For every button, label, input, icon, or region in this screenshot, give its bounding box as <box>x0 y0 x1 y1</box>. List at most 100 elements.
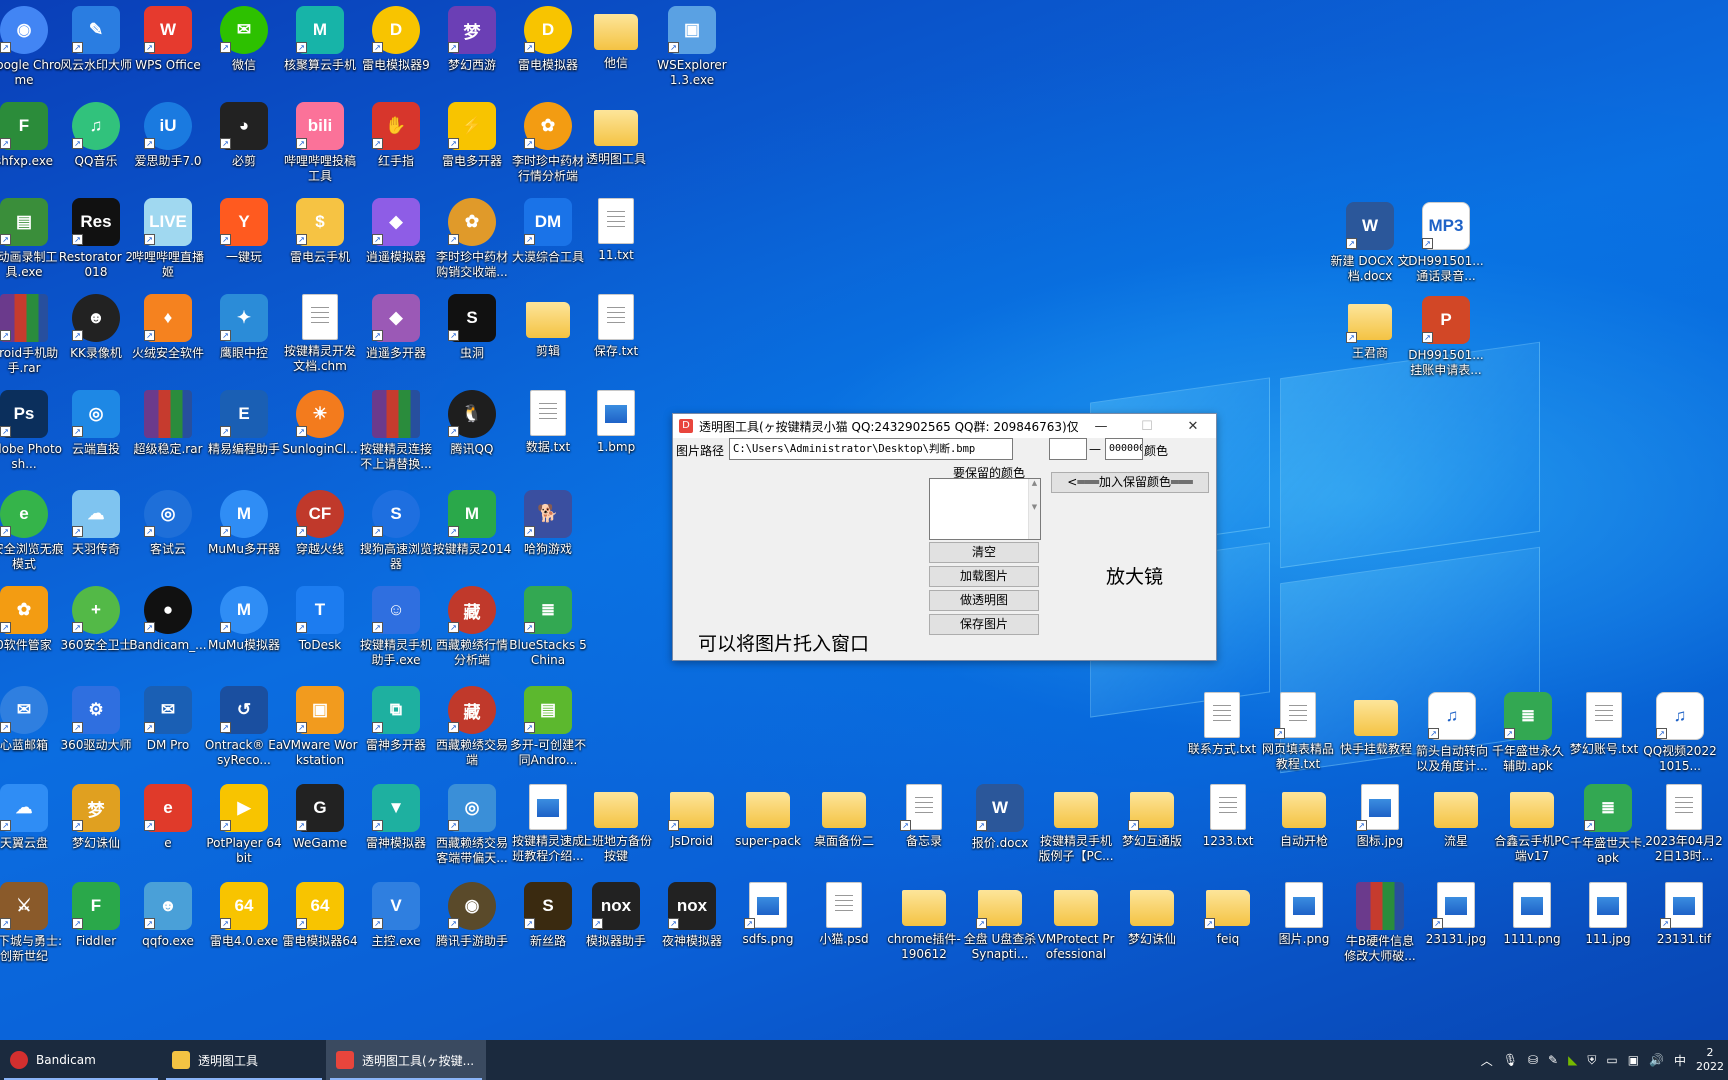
desktop-icon[interactable]: ✦ ↗ 鹰眼中控 <box>206 292 282 388</box>
desktop-icon[interactable]: ♫ ↗ QQ音乐 <box>58 100 134 196</box>
desktop-icon[interactable]: 按键精灵连接不上请替换... <box>358 388 434 484</box>
path-input[interactable]: C:\Users\Administrator\Desktop\判断.bmp <box>729 438 1013 460</box>
desktop-icon[interactable]: D ↗ 雷电模拟器 <box>510 4 586 100</box>
save-image-button[interactable]: 保存图片 <box>929 614 1039 635</box>
desktop-icon[interactable]: ☁ ↗ 天翼云盘 <box>0 782 62 878</box>
desktop-icon[interactable]: 藏 ↗ 西藏赖绣行情分析端 <box>434 584 510 680</box>
desktop-icon[interactable]: ◎ ↗ 客试云 <box>130 488 206 584</box>
desktop-icon[interactable]: 1.bmp <box>578 388 654 484</box>
desktop-icon[interactable]: ↗ 备忘录 <box>886 782 962 878</box>
desktop-icon[interactable]: W ↗ 报价.docx <box>962 782 1038 878</box>
desktop-icon[interactable]: ↗ 23131.jpg <box>1418 880 1494 976</box>
desktop-icon[interactable]: super-pack <box>730 782 806 878</box>
desktop-icon[interactable]: 牛B硬件信息修改大师破... <box>1342 880 1418 976</box>
load-image-button[interactable]: 加载图片 <box>929 566 1039 587</box>
desktop-icon[interactable]: ↗ 图标.jpg <box>1342 782 1418 878</box>
desktop-icon[interactable]: T ↗ ToDesk <box>282 584 358 680</box>
desktop-icon[interactable]: W ↗ WPS Office <box>130 4 206 100</box>
desktop-icon[interactable]: ♦ ↗ 火绒安全软件 <box>130 292 206 388</box>
desktop-icon[interactable]: ↗ 王君商 <box>1332 294 1408 390</box>
keep-color-list[interactable]: ▲ ▼ <box>929 478 1041 540</box>
desktop-icon[interactable]: ↗ 23131.tif <box>1646 880 1722 976</box>
desktop-icon[interactable]: D ↗ 雷电模拟器9 <box>358 4 434 100</box>
desktop-icon[interactable]: ✿ ↗ 李时珍中药材购销交收端... <box>434 196 510 292</box>
desktop-icon[interactable]: ◕ ↗ 必剪 <box>206 100 282 196</box>
desktop-icon[interactable]: 剪辑 <box>510 292 586 388</box>
desktop-icon[interactable]: 上班地方备份按键 <box>578 782 654 878</box>
desktop-icon[interactable]: 🐧 ↗ 腾讯QQ <box>434 388 510 484</box>
desktop-icon[interactable]: 1233.txt <box>1190 782 1266 878</box>
desktop-icon[interactable]: ⧉ ↗ 雷神多开器 <box>358 684 434 780</box>
desktop-icon[interactable]: ☻ ↗ qqfo.exe <box>130 880 206 976</box>
desktop-icon[interactable]: ✉ ↗ DM Pro <box>130 684 206 780</box>
desktop-icon[interactable]: DM ↗ 大漠综合工具 <box>510 196 586 292</box>
desktop-icon[interactable]: E ↗ 精易编程助手 <box>206 388 282 484</box>
desktop-icon[interactable]: ✎ ↗ 风云水印大师 <box>58 4 134 100</box>
nvidia-icon[interactable]: ◣ <box>1568 1053 1577 1067</box>
desktop-icon[interactable]: F ↗ shfxp.exe <box>0 100 62 196</box>
desktop-icon[interactable]: M ↗ 核聚算云手机 <box>282 4 358 100</box>
desktop-icon[interactable]: Y ↗ 一键玩 <box>206 196 282 292</box>
transparent-image-tool-window[interactable]: D 透明图工具(ヶ按键精灵小猫 QQ:2432902565 QQ群: 20984… <box>672 413 1217 661</box>
desktop-icon[interactable]: ↗ sdfs.png <box>730 880 806 976</box>
desktop-icon[interactable]: M ↗ 按键精灵2014 <box>433 488 511 584</box>
title-bar[interactable]: D 透明图工具(ヶ按键精灵小猫 QQ:2432902565 QQ群: 20984… <box>673 414 1216 438</box>
desktop-icon[interactable]: F ↗ Fiddler <box>58 880 134 976</box>
taskbar-item-tool[interactable]: 透明图工具(ヶ按键... <box>326 1040 486 1080</box>
desktop-icon[interactable]: 图片.png <box>1266 880 1342 976</box>
desktop-icon[interactable]: ▤ ↗ 多开-可创建不同Andro... <box>510 684 586 780</box>
desktop-icon[interactable]: ◉ ↗ Google Chrome <box>0 4 62 100</box>
battery-icon[interactable]: ▭ <box>1606 1053 1617 1067</box>
security-icon[interactable]: ⛨ <box>1587 1053 1596 1068</box>
desktop-icon[interactable]: nox ↗ 模拟器助手 <box>578 880 654 976</box>
desktop-icon[interactable]: chrome插件-190612 <box>886 880 962 976</box>
desktop-icon[interactable]: ▶ ↗ PotPlayer 64 bit <box>206 782 282 878</box>
desktop-icon[interactable]: e ↗ e <box>130 782 206 878</box>
desktop-icon[interactable]: $ ↗ 雷电云手机 <box>282 196 358 292</box>
desktop-icon[interactable]: ▼ ↗ 雷神模拟器 <box>358 782 434 878</box>
desktop-icon[interactable]: ☻ ↗ KK录像机 <box>58 292 134 388</box>
desktop-icon[interactable]: ⚔ ↗ 飞下城与勇士:创新世纪 <box>0 880 62 976</box>
desktop-icon[interactable]: 保存.txt <box>578 292 654 388</box>
desktop-icon[interactable]: + ↗ 360安全卫士 <box>58 584 134 680</box>
desktop-icon[interactable]: 流星 <box>1418 782 1494 878</box>
desktop-icon[interactable]: 梦幻账号.txt <box>1566 690 1642 786</box>
desktop-icon[interactable]: ⚡ ↗ 雷电多开器 <box>434 100 510 196</box>
desktop-icon[interactable]: ▣ ↗ WSExplorer 1.3.exe <box>654 4 730 100</box>
desktop-icon[interactable]: ↗ 全盘 U盘查杀Synapti... <box>962 880 1038 976</box>
desktop-icon[interactable]: 按键精灵手机版例子【PC... <box>1038 782 1114 878</box>
desktop-icon[interactable]: ◆ ↗ 逍遥多开器 <box>358 292 434 388</box>
network-share-icon[interactable]: ⛁ <box>1528 1053 1538 1067</box>
desktop-icon[interactable]: 合鑫云手机PC端v17 <box>1494 782 1570 878</box>
desktop-icon[interactable]: 梦幻诛仙 <box>1114 880 1190 976</box>
desktop-icon[interactable]: ☁ ↗ 天羽传奇 <box>58 488 134 584</box>
desktop-icon[interactable]: LIVE ↗ 哔哩哔哩直播姬 <box>130 196 206 292</box>
close-button[interactable]: ✕ <box>1170 414 1216 438</box>
desktop-icon[interactable]: V ↗ 主控.exe <box>358 880 434 976</box>
desktop-icon[interactable]: ✋ ↗ 红手指 <box>358 100 434 196</box>
desktop-icon[interactable]: P ↗ DH991501...挂账申请表... <box>1408 294 1484 390</box>
desktop-icon[interactable]: 64 ↗ 雷电4.0.exe <box>206 880 282 976</box>
desktop-icon[interactable]: ≣ ↗ BlueStacks 5 China <box>509 584 587 680</box>
desktop-icon[interactable]: ↗ Droid手机助手.rar <box>0 292 62 388</box>
minimize-button[interactable]: — <box>1078 414 1124 438</box>
desktop-icon[interactable]: ▣ ↗ VMware Workstation <box>282 684 358 780</box>
desktop-icon[interactable]: ☀ ↗ SunloginCl... <box>282 388 358 484</box>
desktop-icon[interactable]: CF ↗ 穿越火线 <box>282 488 358 584</box>
desktop-icon[interactable]: ✉ ↗ 微信 <box>206 4 282 100</box>
desktop-icon[interactable]: ✿ ↗ 李时珍中药材行情分析端 <box>510 100 586 196</box>
desktop-icon[interactable]: ✿ ↗ 0软件管家 <box>0 584 62 680</box>
desktop-icon[interactable]: 2023年04月22日13时... <box>1645 782 1723 878</box>
desktop-icon[interactable]: 桌面备份二 <box>806 782 882 878</box>
desktop-icon[interactable]: ◆ ↗ 逍遥模拟器 <box>358 196 434 292</box>
desktop-icon[interactable]: Res ↗ Restorator 2018 <box>58 196 134 292</box>
volume-icon[interactable]: 🔊 <box>1649 1053 1664 1067</box>
desktop-icon[interactable]: M ↗ MuMu多开器 <box>206 488 282 584</box>
desktop-icon[interactable]: nox ↗ 夜神模拟器 <box>654 880 730 976</box>
desktop-icon[interactable]: ◎ ↗ 云端直投 <box>58 388 134 484</box>
desktop-icon[interactable]: 梦 ↗ 梦幻西游 <box>434 4 510 100</box>
desktop-icon[interactable]: 64 ↗ 雷电模拟器64 <box>282 880 358 976</box>
desktop-icon[interactable]: ≣ ↗ 千年盛世永久辅助.apk <box>1490 690 1566 786</box>
taskbar-item-bandicam[interactable]: Bandicam <box>0 1040 162 1080</box>
desktop-icon[interactable]: ▤ ↗ F动画录制工具.exe <box>0 196 62 292</box>
